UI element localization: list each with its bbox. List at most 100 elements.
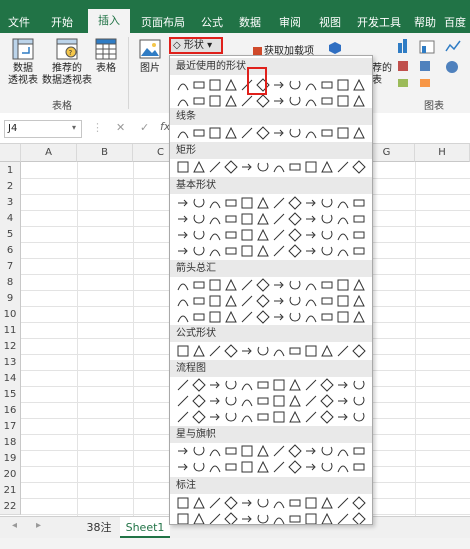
shape-option-icon[interactable]	[176, 228, 190, 242]
column-header-b[interactable]: B	[77, 144, 133, 162]
shape-option-icon[interactable]	[208, 444, 222, 458]
shape-option-icon[interactable]	[192, 410, 206, 424]
shape-option-icon[interactable]	[336, 344, 350, 358]
shape-option-icon[interactable]	[192, 278, 206, 292]
shape-option-icon[interactable]	[288, 344, 302, 358]
shape-option-icon[interactable]	[320, 94, 334, 108]
shape-option-icon[interactable]	[304, 496, 318, 510]
shape-option-icon[interactable]	[240, 512, 254, 524]
shape-option-icon[interactable]	[320, 78, 334, 92]
shape-option-icon[interactable]	[336, 278, 350, 292]
shape-option-icon[interactable]	[336, 212, 350, 226]
shape-option-icon[interactable]	[352, 294, 366, 308]
row-header[interactable]: 1	[0, 162, 21, 179]
shape-option-icon[interactable]	[272, 160, 286, 174]
shape-option-icon[interactable]	[272, 410, 286, 424]
shape-option-icon[interactable]	[336, 460, 350, 474]
shape-option-icon[interactable]	[208, 344, 222, 358]
row-header[interactable]: 8	[0, 274, 21, 291]
shape-option-icon[interactable]	[320, 496, 334, 510]
shape-option-icon[interactable]	[304, 294, 318, 308]
shape-option-icon[interactable]	[336, 444, 350, 458]
shape-option-icon[interactable]	[224, 394, 238, 408]
shape-option-icon[interactable]	[352, 278, 366, 292]
tab-baidu[interactable]: 百度	[444, 13, 470, 33]
shape-option-icon[interactable]	[208, 460, 222, 474]
shape-option-icon[interactable]	[320, 344, 334, 358]
shape-option-icon[interactable]	[224, 160, 238, 174]
tab-formulas[interactable]: 公式	[194, 13, 230, 33]
shape-option-icon[interactable]	[240, 394, 254, 408]
shape-option-icon[interactable]	[336, 94, 350, 108]
shape-option-icon[interactable]	[224, 78, 238, 92]
shape-option-icon[interactable]	[352, 410, 366, 424]
shape-option-icon[interactable]	[176, 78, 190, 92]
shape-option-icon[interactable]	[176, 278, 190, 292]
shape-option-icon[interactable]	[224, 310, 238, 324]
shape-option-icon[interactable]	[208, 78, 222, 92]
shape-option-icon[interactable]	[320, 160, 334, 174]
row-header[interactable]: 12	[0, 338, 21, 355]
shape-option-icon[interactable]	[352, 444, 366, 458]
shape-option-icon[interactable]	[304, 378, 318, 392]
shape-option-icon[interactable]	[176, 126, 190, 140]
shape-option-icon[interactable]	[256, 196, 270, 210]
shape-option-icon[interactable]	[256, 512, 270, 524]
shape-option-icon[interactable]	[288, 196, 302, 210]
shape-option-icon[interactable]	[272, 212, 286, 226]
shape-option-icon[interactable]	[304, 344, 318, 358]
shape-option-icon[interactable]	[320, 512, 334, 524]
shape-option-icon[interactable]	[352, 496, 366, 510]
shape-option-icon[interactable]	[352, 394, 366, 408]
shape-option-icon[interactable]	[304, 212, 318, 226]
shape-option-icon[interactable]	[352, 244, 366, 258]
row-header[interactable]: 4	[0, 210, 21, 227]
shape-option-icon[interactable]	[224, 94, 238, 108]
shape-option-icon[interactable]	[352, 378, 366, 392]
shape-option-icon[interactable]	[352, 212, 366, 226]
shape-option-icon[interactable]	[288, 278, 302, 292]
shape-option-icon[interactable]	[304, 244, 318, 258]
chevron-down-icon[interactable]: ▾	[72, 123, 76, 132]
shape-option-icon[interactable]	[240, 160, 254, 174]
shape-option-icon[interactable]	[336, 410, 350, 424]
shape-option-icon[interactable]	[304, 126, 318, 140]
shape-option-icon[interactable]	[352, 512, 366, 524]
shape-option-icon[interactable]	[192, 460, 206, 474]
row-header[interactable]: 13	[0, 354, 21, 371]
shape-option-icon[interactable]	[336, 126, 350, 140]
shape-option-icon[interactable]	[352, 344, 366, 358]
shape-option-icon[interactable]	[224, 212, 238, 226]
shape-option-icon[interactable]	[208, 512, 222, 524]
shape-option-icon[interactable]	[288, 378, 302, 392]
recommended-charts-button[interactable]: 荐的 表	[372, 63, 394, 87]
tab-help[interactable]: 帮助	[408, 13, 442, 33]
shape-option-icon[interactable]	[320, 378, 334, 392]
shape-option-icon[interactable]	[288, 444, 302, 458]
shape-option-icon[interactable]	[320, 196, 334, 210]
shape-option-icon[interactable]	[192, 294, 206, 308]
shape-option-icon[interactable]	[240, 378, 254, 392]
shape-option-icon[interactable]	[272, 512, 286, 524]
column-header-a[interactable]: A	[21, 144, 77, 162]
shape-option-icon[interactable]	[224, 444, 238, 458]
shape-option-icon[interactable]	[336, 294, 350, 308]
shapes-button[interactable]: ◇ 形状 ▾	[169, 37, 223, 54]
shape-option-icon[interactable]	[288, 310, 302, 324]
shape-option-icon[interactable]	[272, 278, 286, 292]
shape-option-icon[interactable]	[224, 378, 238, 392]
scroll-right-icon[interactable]: ▸	[36, 520, 41, 531]
shape-option-icon[interactable]	[256, 244, 270, 258]
tab-file[interactable]: 文件	[2, 13, 36, 33]
row-header[interactable]: 14	[0, 370, 21, 387]
shape-option-icon[interactable]	[224, 278, 238, 292]
shape-option-icon[interactable]	[304, 444, 318, 458]
shape-option-icon[interactable]	[192, 444, 206, 458]
shape-option-icon[interactable]	[240, 126, 254, 140]
shape-option-icon[interactable]	[176, 378, 190, 392]
shape-option-icon[interactable]	[192, 212, 206, 226]
shape-option-icon[interactable]	[320, 212, 334, 226]
shape-option-icon[interactable]	[320, 294, 334, 308]
shape-option-icon[interactable]	[224, 294, 238, 308]
shape-option-icon[interactable]	[272, 78, 286, 92]
